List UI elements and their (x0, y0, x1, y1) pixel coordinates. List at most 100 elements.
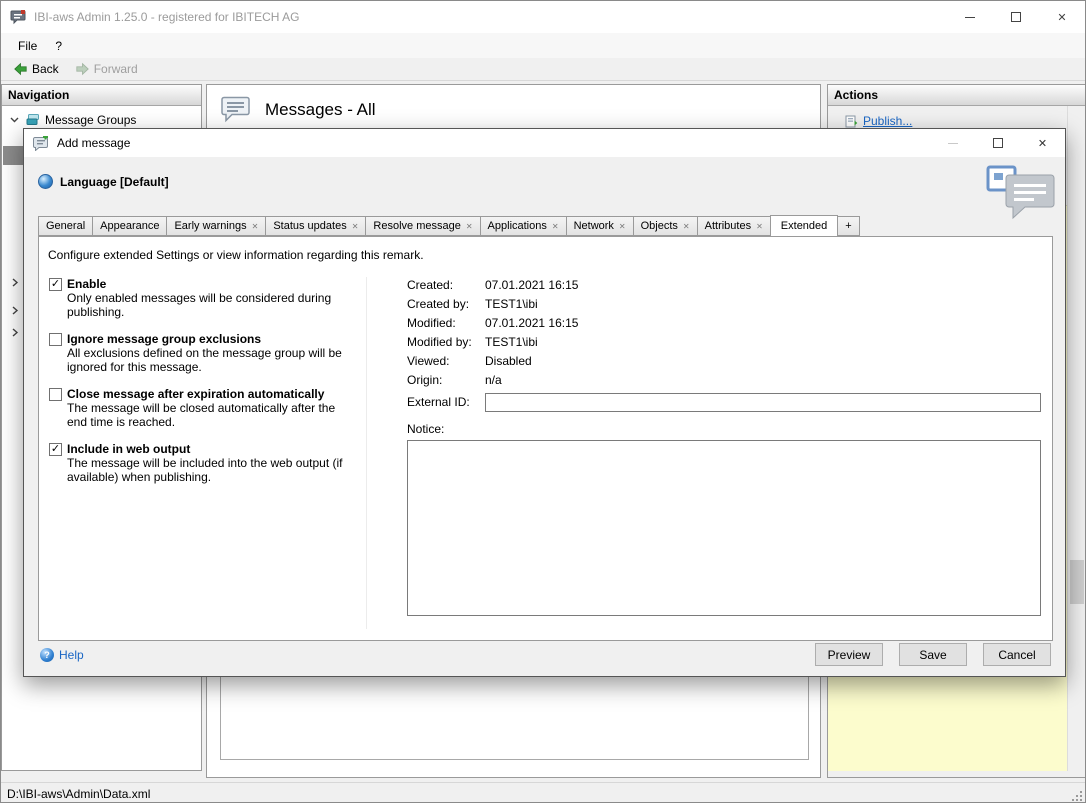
tab-applications[interactable]: Applications ✕ (480, 216, 567, 236)
publish-link[interactable]: Publish... (863, 114, 912, 128)
dialog-buttons: Preview Save Cancel (815, 643, 1051, 666)
tab-general[interactable]: General (38, 216, 93, 236)
info-row-created: Created: 07.01.2021 16:15 (407, 278, 1041, 297)
messages-illustration (986, 165, 1058, 221)
messages-icon (221, 96, 251, 123)
info-row-viewed: Viewed: Disabled (407, 354, 1041, 373)
forward-label: Forward (94, 62, 138, 76)
info-label: Modified: (407, 316, 485, 335)
info-value: n/a (485, 373, 502, 392)
maximize-button[interactable] (993, 1, 1039, 33)
info-value: TEST1\ibi (485, 297, 538, 316)
tab-resolve-message[interactable]: Resolve message ✕ (365, 216, 480, 236)
external-id-label: External ID: (407, 395, 485, 409)
back-button[interactable]: Back (5, 58, 67, 80)
tab-attributes[interactable]: Attributes✕ (697, 216, 771, 236)
info-row-created-by: Created by: TEST1\ibi (407, 297, 1041, 316)
tab-close-icon[interactable]: ✕ (756, 222, 763, 231)
tab-close-icon[interactable]: ✕ (466, 222, 473, 231)
dialog-maximize-button[interactable] (975, 129, 1020, 157)
info-label: Created by: (407, 297, 485, 316)
chevron-right-icon[interactable] (11, 306, 19, 315)
tab-label: Status updates (273, 220, 346, 232)
dialog-title: Add message (57, 136, 130, 150)
tab-label: Resolve message (373, 220, 460, 232)
checkbox-group-close-after-expiration: Close message after expiration automatic… (49, 387, 359, 429)
tab-label: Appearance (100, 220, 159, 232)
tab-close-icon[interactable]: ✕ (352, 222, 359, 231)
tab-close-icon[interactable]: ✕ (552, 222, 559, 231)
tab-close-icon[interactable]: ✕ (619, 222, 626, 231)
preview-button[interactable]: Preview (815, 643, 883, 666)
forward-button[interactable]: Forward (67, 58, 146, 80)
checkbox-label[interactable]: Include in web output (67, 442, 359, 456)
checkbox-group-include-web-output: ✓ Include in web output The message will… (49, 442, 359, 484)
info-label: Viewed: (407, 354, 485, 373)
info-label: Modified by: (407, 335, 485, 354)
add-message-dialog: Add message ✕ Language [Default] General… (23, 128, 1066, 677)
ignore-exclusions-checkbox[interactable] (49, 333, 62, 346)
dialog-controls: ✕ (930, 129, 1065, 157)
help-label[interactable]: Help (59, 648, 84, 662)
save-button[interactable]: Save (899, 643, 967, 666)
resize-grip[interactable] (1071, 790, 1082, 801)
tab-close-icon[interactable]: ✕ (683, 222, 690, 231)
tab-early-warnings[interactable]: Early warnings✕ (166, 216, 266, 236)
info-value: Disabled (485, 354, 532, 373)
close-button[interactable]: ✕ (1039, 1, 1085, 33)
chevron-right-icon[interactable] (11, 278, 19, 287)
checkbox-label[interactable]: Ignore message group exclusions (67, 332, 359, 346)
tab-status-updates[interactable]: Status updates ✕ (265, 216, 366, 236)
tab-objects[interactable]: Objects✕ (633, 216, 698, 236)
checkbox-group-ignore-exclusions: Ignore message group exclusions All excl… (49, 332, 359, 374)
info-row-modified: Modified: 07.01.2021 16:15 (407, 316, 1041, 335)
notice-textarea[interactable] (407, 440, 1041, 616)
menubar: File ? (1, 33, 1085, 58)
chevron-right-icon[interactable] (11, 328, 19, 337)
notice-label: Notice: (407, 422, 1041, 437)
menu-help[interactable]: ? (46, 33, 71, 58)
scrollbar-thumb[interactable] (1070, 560, 1084, 604)
dialog-minimize-button[interactable] (930, 129, 975, 157)
close-icon: ✕ (1057, 11, 1066, 24)
status-path: D:\IBI-aws\Admin\Data.xml (7, 787, 150, 801)
tab-label: Network (574, 220, 614, 232)
language-label: Language [Default] (60, 175, 169, 189)
forward-icon (75, 62, 90, 76)
tab-appearance[interactable]: Appearance (92, 216, 167, 236)
cancel-button[interactable]: Cancel (983, 643, 1051, 666)
include-web-output-checkbox[interactable]: ✓ (49, 443, 62, 456)
tab-network[interactable]: Network ✕ (566, 216, 634, 236)
tab-extended[interactable]: Extended (770, 215, 838, 237)
tab-add[interactable]: + (837, 216, 859, 236)
external-id-input[interactable] (485, 393, 1041, 412)
checkbox-description: The message will be included into the we… (67, 457, 349, 484)
info-row-modified-by: Modified by: TEST1\ibi (407, 335, 1041, 354)
maximize-icon (993, 138, 1003, 148)
minimize-button[interactable] (947, 1, 993, 33)
close-after-expiration-checkbox[interactable] (49, 388, 62, 401)
help-link[interactable]: ? Help (40, 648, 84, 662)
tab-label: General (46, 220, 85, 232)
tab-close-icon[interactable]: ✕ (252, 222, 259, 231)
app-icon (10, 9, 26, 25)
window-controls: ✕ (947, 1, 1085, 33)
checkbox-label[interactable]: Close message after expiration automatic… (67, 387, 359, 401)
menu-file[interactable]: File (9, 33, 46, 58)
tab-label: Applications (488, 220, 547, 232)
add-tab-icon: + (845, 220, 851, 232)
checkbox-label[interactable]: Enable (67, 277, 359, 291)
publish-icon (845, 115, 858, 128)
back-label: Back (32, 62, 59, 76)
tree-item-label: Message Groups (45, 113, 136, 127)
checkbox-description: The message will be closed automatically… (67, 402, 349, 429)
chevron-down-icon[interactable] (10, 115, 19, 124)
language-globe-icon (38, 174, 53, 189)
minimize-icon (948, 143, 958, 144)
dialog-close-button[interactable]: ✕ (1020, 129, 1065, 157)
checkbox-groups: ✓ Enable Only enabled messages will be c… (49, 277, 359, 497)
tree-item-message-groups[interactable]: Message Groups (2, 110, 201, 129)
enable-checkbox[interactable]: ✓ (49, 278, 62, 291)
publish-action[interactable]: Publish... (845, 114, 912, 128)
vertical-scrollbar[interactable] (1067, 106, 1086, 771)
